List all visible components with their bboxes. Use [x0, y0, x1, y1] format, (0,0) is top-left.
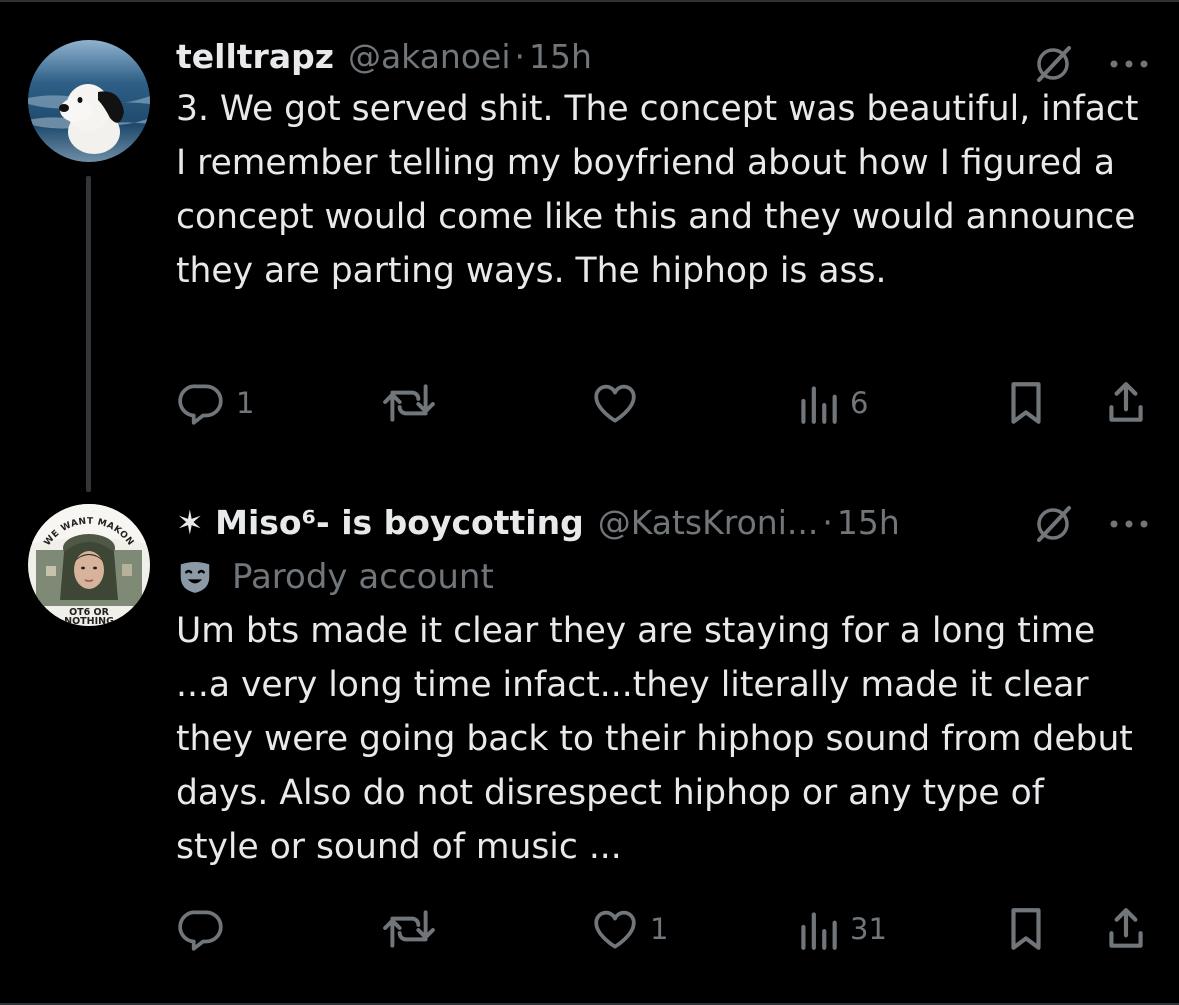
views-count: 31 — [850, 912, 887, 946]
repost-button[interactable] — [382, 378, 446, 428]
tweet-actions: 1 6 — [176, 378, 1149, 428]
views-button[interactable]: 31 — [796, 904, 887, 954]
like-count: 1 — [650, 912, 669, 946]
reply-icon — [178, 384, 223, 425]
parody-mask-icon — [180, 561, 210, 593]
parody-label-text: Parody account — [232, 557, 494, 597]
tweet-2[interactable]: WE WANT MAKON OT6 OR NOTHING ✶ Miso⁶- is… — [0, 480, 1179, 1005]
display-name[interactable]: telltrapz — [176, 37, 334, 76]
like-icon — [594, 910, 636, 949]
display-name[interactable]: ✶ Miso⁶- is boycotting — [176, 503, 584, 542]
thread-connector-line — [86, 176, 91, 492]
reply-button[interactable] — [176, 904, 236, 954]
share-button[interactable] — [1104, 904, 1148, 954]
tweet-actions: 1 31 — [176, 904, 1149, 954]
avatar-text-line2: NOTHING — [64, 616, 114, 626]
bookmark-button[interactable] — [1004, 904, 1048, 954]
timestamp[interactable]: 15h — [837, 503, 900, 542]
avatar-telltrapz[interactable] — [28, 40, 150, 162]
tweet-header: ✶ Miso⁶- is boycotting @KatsKroni... · 1… — [176, 494, 1149, 550]
share-icon — [1109, 382, 1143, 422]
more-icon[interactable] — [1109, 518, 1149, 530]
views-count: 6 — [850, 386, 869, 420]
parody-label[interactable]: Parody account — [176, 550, 1149, 604]
grok-icon[interactable] — [1031, 502, 1075, 546]
views-icon — [801, 912, 837, 950]
user-handle[interactable]: @KatsKroni... — [598, 503, 819, 542]
separator-dot: · — [514, 36, 526, 76]
snoopy-plush-avatar-image — [28, 40, 150, 162]
reply-count: 1 — [236, 386, 255, 420]
tweet-text: Um bts made it clear they are staying fo… — [176, 611, 1133, 867]
like-button[interactable] — [590, 378, 650, 428]
repost-icon — [383, 384, 435, 422]
grok-icon[interactable] — [1031, 42, 1075, 86]
views-button[interactable]: 6 — [796, 378, 868, 428]
like-icon — [594, 384, 636, 423]
user-handle[interactable]: @akanoei — [348, 37, 511, 76]
share-button[interactable] — [1104, 378, 1148, 428]
reply-button[interactable]: 1 — [176, 378, 254, 428]
more-icon[interactable] — [1109, 58, 1149, 70]
views-icon — [801, 386, 837, 424]
share-icon — [1109, 908, 1143, 948]
avatar-miso[interactable]: WE WANT MAKON OT6 OR NOTHING — [28, 504, 150, 626]
miso-avatar-image: WE WANT MAKON OT6 OR NOTHING — [28, 504, 150, 626]
bookmark-button[interactable] — [1004, 378, 1048, 428]
tweet-1[interactable]: telltrapz @akanoei · 15h 3. We got serve… — [0, 0, 1179, 492]
repost-button[interactable] — [382, 904, 446, 954]
timestamp[interactable]: 15h — [529, 37, 592, 76]
bookmark-icon — [1011, 382, 1041, 424]
tweet-header: telltrapz @akanoei · 15h — [176, 28, 1149, 84]
tweet-text: 3. We got served shit. The concept was b… — [176, 89, 1139, 291]
reply-icon — [178, 910, 223, 951]
separator-dot: · — [822, 502, 833, 542]
bookmark-icon — [1011, 908, 1041, 950]
like-button[interactable]: 1 — [590, 904, 668, 954]
repost-icon — [383, 910, 435, 948]
